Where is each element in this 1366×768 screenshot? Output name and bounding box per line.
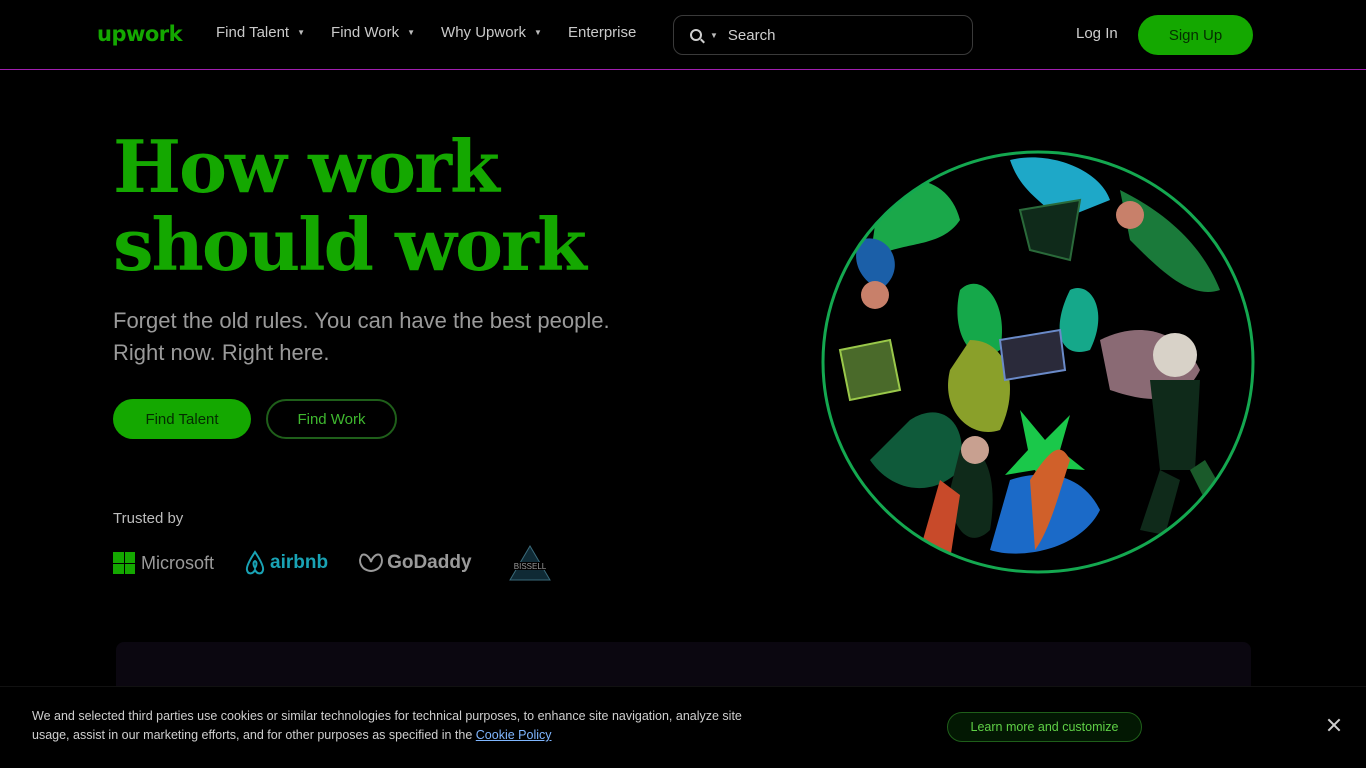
- nav-why-upwork[interactable]: Why Upwork ▼: [441, 24, 542, 41]
- airbnb-logo: airbnb: [244, 550, 328, 576]
- site-header: upwork Find Talent ▼ Find Work ▼ Why Upw…: [0, 0, 1366, 70]
- hero-subtitle-line1: Forget the old rules. You can have the b…: [113, 308, 610, 333]
- cookie-text: We and selected third parties use cookie…: [32, 707, 752, 745]
- hero-subtitle: Forget the old rules. You can have the b…: [113, 305, 673, 369]
- chevron-down-icon: ▼: [534, 28, 542, 37]
- search-input[interactable]: [727, 26, 948, 44]
- godaddy-logo: GoDaddy: [358, 552, 472, 574]
- cookie-text-line1: We and selected third parties use cookie…: [32, 709, 742, 723]
- nav-find-work-label: Find Work: [331, 24, 400, 41]
- nav-find-talent-label: Find Talent: [216, 24, 290, 41]
- main-nav: Find Talent ▼ Find Work ▼ Why Upwork ▼ E…: [216, 24, 662, 41]
- upwork-logo[interactable]: upwork: [97, 22, 183, 46]
- microsoft-grid-icon: [113, 552, 135, 574]
- hero-title-line1: How work: [113, 124, 500, 209]
- bissell-logo: BISSELL: [502, 544, 558, 582]
- close-icon[interactable]: [1326, 717, 1342, 733]
- trusted-by-label: Trusted by: [113, 510, 184, 527]
- hero-subtitle-line2: Right now. Right here.: [113, 340, 330, 365]
- hero-title-line2: should work: [113, 202, 587, 287]
- search-box[interactable]: ▼: [673, 15, 973, 55]
- nav-enterprise[interactable]: Enterprise: [568, 24, 636, 41]
- chevron-down-icon: ▼: [297, 28, 306, 37]
- nav-find-work[interactable]: Find Work ▼: [331, 24, 415, 41]
- cookie-text-line2: usage, assist in our marketing efforts, …: [32, 728, 473, 742]
- signup-button[interactable]: Sign Up: [1138, 15, 1253, 55]
- airbnb-logo-text: airbnb: [270, 552, 329, 573]
- trusted-logos: Microsoft airbnb GoDaddy BISSELL: [113, 544, 558, 582]
- search-icon[interactable]: [690, 29, 702, 41]
- bissell-icon: BISSELL: [505, 545, 554, 581]
- hero-illustration: [821, 150, 1255, 574]
- hero-title: How work should work: [113, 128, 713, 284]
- nav-find-talent[interactable]: Find Talent ▼: [216, 24, 305, 41]
- chevron-down-icon[interactable]: ▼: [710, 31, 718, 40]
- microsoft-logo: Microsoft: [113, 552, 214, 574]
- cookie-policy-link[interactable]: Cookie Policy: [476, 728, 552, 742]
- cookie-banner: We and selected third parties use cookie…: [0, 686, 1366, 768]
- login-link[interactable]: Log In: [1076, 25, 1118, 42]
- find-work-button[interactable]: Find Work: [266, 399, 397, 439]
- godaddy-logo-text: GoDaddy: [387, 552, 472, 573]
- learn-more-customize-button[interactable]: Learn more and customize: [947, 712, 1142, 742]
- bissell-logo-text: BISSELL: [513, 562, 546, 571]
- microsoft-logo-text: Microsoft: [141, 552, 215, 573]
- chevron-down-icon: ▼: [407, 28, 416, 37]
- find-talent-button[interactable]: Find Talent: [113, 399, 251, 439]
- godaddy-icon: [359, 553, 383, 573]
- airbnb-icon: [245, 550, 265, 575]
- nav-enterprise-label: Enterprise: [567, 24, 637, 41]
- nav-why-upwork-label: Why Upwork: [441, 24, 527, 41]
